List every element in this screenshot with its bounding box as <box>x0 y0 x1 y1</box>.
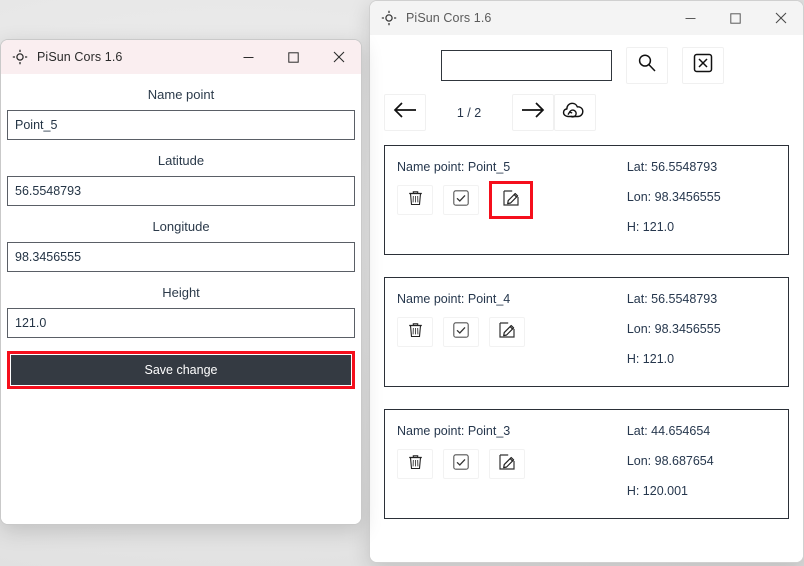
close-button[interactable] <box>758 1 803 35</box>
maximize-button[interactable] <box>713 1 758 35</box>
delete-point-button[interactable] <box>397 317 433 347</box>
height-label: Height <box>162 285 200 300</box>
crosshair-target-icon <box>379 8 399 28</box>
close-button[interactable] <box>316 40 361 74</box>
point-height: H: 121.0 <box>626 220 675 234</box>
latitude-label: Latitude <box>157 153 205 168</box>
point-card-right: Lat: 56.5548793 Lon: 98.3456555 H: 121.0 <box>617 154 776 254</box>
minimize-button[interactable] <box>226 40 271 74</box>
name-point-input[interactable] <box>7 110 355 140</box>
edit-point-form: Name point Latitude Longitude Height Sav… <box>1 74 361 524</box>
cloud-sync-icon <box>561 99 589 126</box>
search-button[interactable] <box>626 47 668 84</box>
longitude-label: Longitude <box>152 219 210 234</box>
pagination-toolbar: 1 / 2 <box>384 84 789 131</box>
point-card-right: Lat: 56.5548793 Lon: 98.3456555 H: 121.0 <box>617 286 776 386</box>
right-window-caption-buttons <box>668 1 803 35</box>
point-card-right: Lat: 44.654654 Lon: 98.687654 H: 120.001 <box>617 418 776 518</box>
point-card[interactable]: Name point: Point_3 Lat: 44.654654 Lon: … <box>384 409 789 519</box>
trash-icon <box>408 321 423 343</box>
point-name-label: Name point: Point_3 <box>397 424 511 438</box>
point-lat: Lat: 56.5548793 <box>626 292 718 306</box>
checkbox-check-icon <box>452 189 470 212</box>
confirm-point-button[interactable] <box>443 317 479 347</box>
edit-point-button[interactable] <box>489 317 525 347</box>
crosshair-target-icon <box>10 47 30 67</box>
point-card-actions <box>397 181 617 219</box>
boxed-x-icon <box>692 52 714 79</box>
latitude-input[interactable] <box>7 176 355 206</box>
delete-point-button[interactable] <box>397 185 433 215</box>
trash-icon <box>408 189 423 211</box>
left-window-caption-buttons <box>226 40 361 74</box>
pencil-edit-icon <box>498 453 516 476</box>
right-window-title: PiSun Cors 1.6 <box>406 11 492 25</box>
point-list-window: PiSun Cors 1.6 1 / 2 Name point: Point_5… <box>369 0 804 563</box>
point-card[interactable]: Name point: Point_4 Lat: 56.5548793 Lon:… <box>384 277 789 387</box>
page-indicator: 1 / 2 <box>456 105 482 120</box>
search-icon <box>636 52 658 79</box>
point-lat: Lat: 56.5548793 <box>626 160 718 174</box>
left-window-title: PiSun Cors 1.6 <box>37 50 123 64</box>
checkbox-check-icon <box>452 321 470 344</box>
edit-point-button[interactable] <box>489 449 525 479</box>
point-card-list: Name point: Point_5 Lat: 56.5548793 Lon:… <box>384 145 789 519</box>
clear-search-button[interactable] <box>682 47 724 84</box>
search-toolbar <box>384 35 789 84</box>
longitude-input[interactable] <box>7 242 355 272</box>
point-height: H: 120.001 <box>626 484 688 498</box>
point-name-label: Name point: Point_5 <box>397 160 511 174</box>
right-window-titlebar[interactable]: PiSun Cors 1.6 <box>370 1 803 35</box>
point-card[interactable]: Name point: Point_5 Lat: 56.5548793 Lon:… <box>384 145 789 255</box>
point-card-actions <box>397 317 617 347</box>
cloud-sync-button[interactable] <box>554 94 596 131</box>
point-name-label: Name point: Point_4 <box>397 292 511 306</box>
right-window-body: 1 / 2 Name point: Point_5 Lat: 56.554879… <box>370 35 803 562</box>
pencil-edit-icon <box>502 189 520 212</box>
point-card-left: Name point: Point_5 <box>397 154 617 254</box>
pencil-edit-icon <box>498 321 516 344</box>
save-change-button[interactable]: Save change <box>11 355 351 385</box>
confirm-point-button[interactable] <box>443 449 479 479</box>
left-window-titlebar[interactable]: PiSun Cors 1.6 <box>1 40 361 74</box>
point-lon: Lon: 98.687654 <box>626 454 714 468</box>
maximize-button[interactable] <box>271 40 316 74</box>
arrow-right-icon <box>520 100 546 125</box>
point-height: H: 121.0 <box>626 352 675 366</box>
point-lon: Lon: 98.3456555 <box>626 322 721 336</box>
previous-page-button[interactable] <box>384 94 426 131</box>
delete-point-button[interactable] <box>397 449 433 479</box>
checkbox-check-icon <box>452 453 470 476</box>
point-lon: Lon: 98.3456555 <box>626 190 721 204</box>
minimize-button[interactable] <box>668 1 713 35</box>
point-card-left: Name point: Point_3 <box>397 418 617 518</box>
confirm-point-button[interactable] <box>443 185 479 215</box>
search-input[interactable] <box>441 50 612 81</box>
next-page-button[interactable] <box>512 94 554 131</box>
point-card-actions <box>397 449 617 479</box>
point-card-left: Name point: Point_4 <box>397 286 617 386</box>
height-input[interactable] <box>7 308 355 338</box>
save-change-highlight: Save change <box>7 351 355 389</box>
trash-icon <box>408 453 423 475</box>
edit-point-button[interactable] <box>489 181 533 219</box>
point-lat: Lat: 44.654654 <box>626 424 711 438</box>
edit-point-window: PiSun Cors 1.6 Name point Latitude Longi… <box>0 39 362 525</box>
name-point-label: Name point <box>147 87 215 102</box>
arrow-left-icon <box>392 100 418 125</box>
